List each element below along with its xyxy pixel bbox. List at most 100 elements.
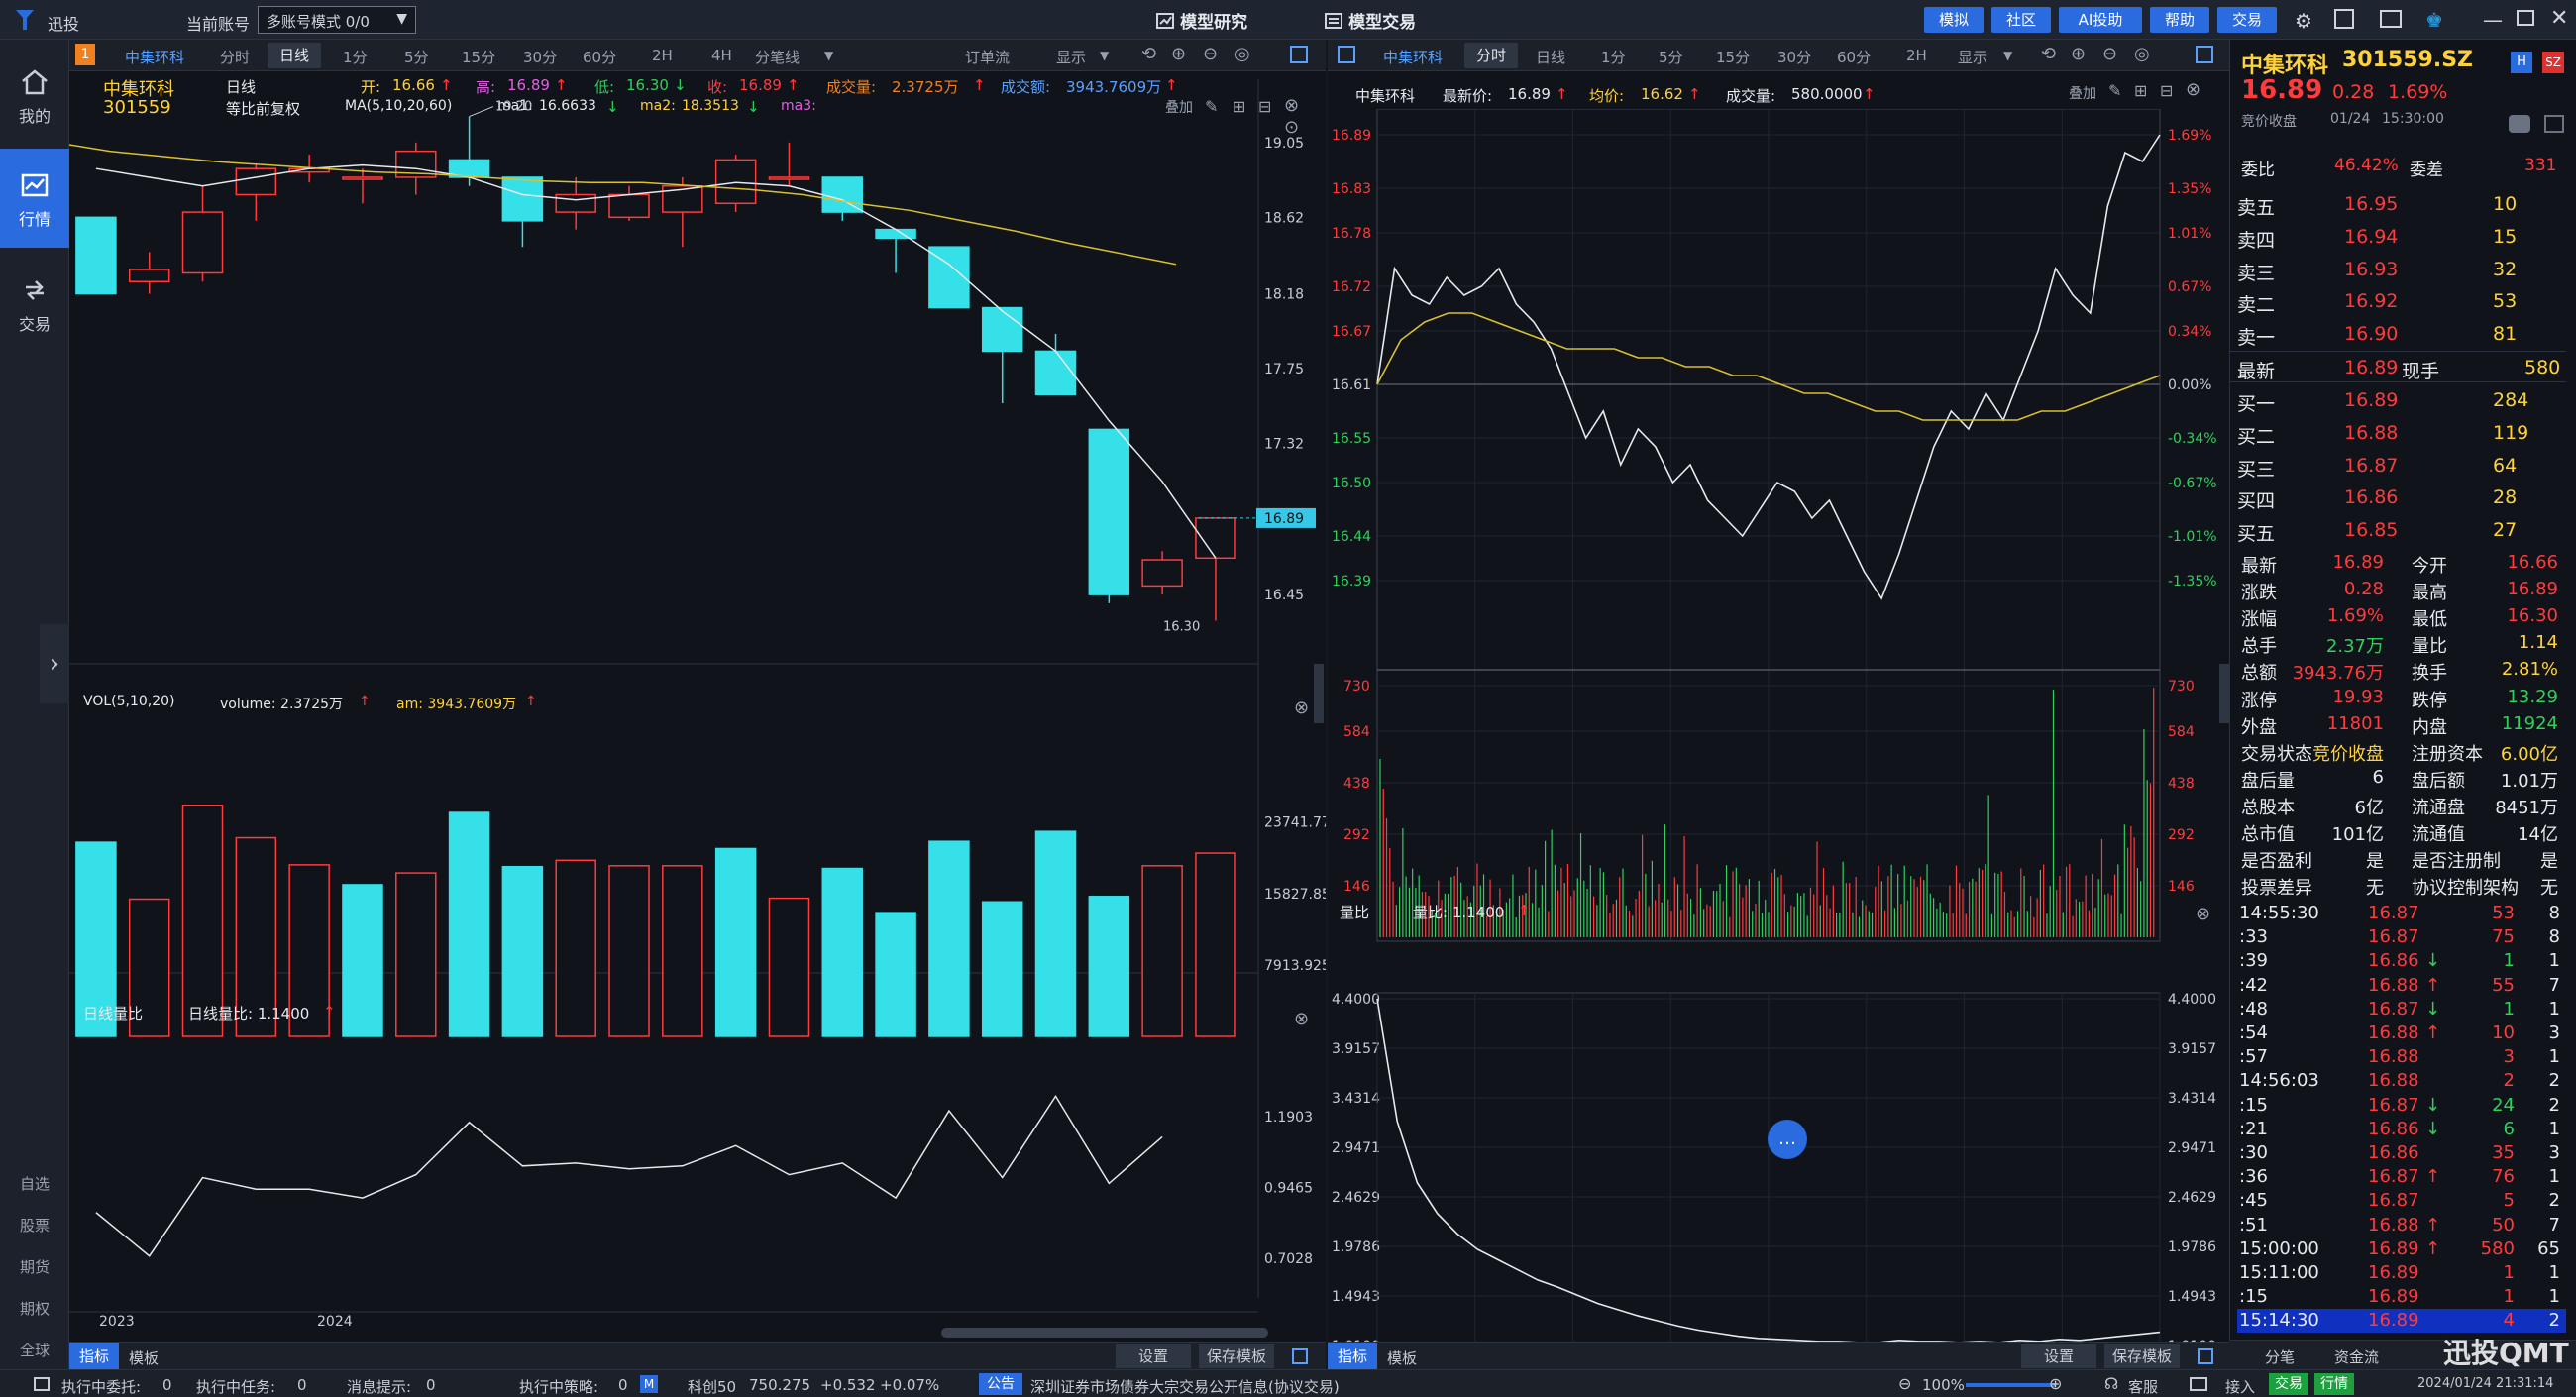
volume-bar[interactable] — [768, 897, 810, 1037]
save-template-button[interactable]: 保存模板 — [1199, 1344, 1274, 1368]
stat-row[interactable]: 最新 16.89 今开 16.66 — [2237, 549, 2566, 577]
ask-row[interactable]: 卖五 16.95 10 — [2229, 188, 2566, 220]
candle[interactable] — [1034, 333, 1077, 396]
bid-row[interactable]: 买二 16.88 119 — [2229, 417, 2566, 449]
tick-row[interactable]: :57 16.88 3 1 — [2237, 1045, 2566, 1069]
ask-row[interactable]: 卖四 16.94 15 — [2229, 221, 2566, 253]
trade-button[interactable]: 交易 — [2217, 7, 2277, 33]
tick-row[interactable]: :54 16.88 ↑ 10 3 — [2237, 1021, 2566, 1045]
stat-row[interactable]: 交易状态 竞价收盘 注册资本 6.00亿 — [2237, 737, 2566, 765]
overlay-label[interactable]: 叠加 — [2069, 83, 2096, 103]
tab-display[interactable]: 显示 — [1056, 47, 1086, 67]
settings-button[interactable]: 设置 — [1116, 1344, 1191, 1368]
tab-ticks[interactable]: 分笔 — [2265, 1346, 2295, 1367]
close-vol-icon[interactable]: ⊗ — [1294, 698, 1309, 718]
pencil-icon[interactable]: ✎ — [2108, 81, 2121, 100]
close-chart-icon[interactable]: ⊗ — [2186, 79, 2200, 100]
volume-bar[interactable] — [875, 912, 916, 1037]
sim-button[interactable]: 模拟 — [1924, 7, 1984, 33]
save-template-button[interactable]: 保存模板 — [2104, 1344, 2180, 1368]
volume-bar[interactable] — [981, 901, 1023, 1037]
ask-row[interactable]: 卖二 16.92 53 — [2229, 285, 2566, 317]
settings-button[interactable]: 设置 — [2021, 1344, 2096, 1368]
layout-icon[interactable] — [1290, 46, 1308, 63]
tab-stock[interactable]: 中集环科 — [125, 47, 184, 67]
shirt-icon[interactable]: ♚ — [2425, 8, 2443, 32]
tab-15min[interactable]: 15分 — [1716, 47, 1750, 67]
nav-item-mine[interactable]: 我的 — [0, 46, 69, 145]
layout-icon[interactable] — [2198, 1348, 2213, 1364]
volume-bar[interactable] — [662, 865, 703, 1037]
horizontal-scrollbar[interactable] — [941, 1328, 1268, 1338]
tick-row[interactable]: :15 16.89 1 1 — [2237, 1285, 2566, 1309]
volume-bar[interactable] — [821, 867, 864, 1037]
community-button[interactable]: 社区 — [1991, 7, 2051, 33]
tab-order-flow[interactable]: 订单流 — [965, 47, 1010, 67]
tick-row[interactable]: :33 16.87 75 8 — [2237, 925, 2566, 949]
zoom-slider[interactable] — [1966, 1383, 2055, 1387]
candle[interactable] — [875, 228, 916, 273]
indicator-tab[interactable]: 指标 — [69, 1343, 119, 1370]
bid-row[interactable]: 买一 16.89 284 — [2229, 384, 2566, 416]
stat-row[interactable]: 是否盈利 是 是否注册制 是 — [2237, 844, 2566, 872]
stat-row[interactable]: 涨跌 0.28 最高 16.89 — [2237, 576, 2566, 603]
zoom-in-icon[interactable]: ⊕ — [2049, 1374, 2062, 1393]
splitter-handle[interactable] — [1314, 664, 1324, 723]
bid-row[interactable]: 买四 16.86 28 — [2229, 482, 2566, 513]
candle[interactable] — [1141, 551, 1183, 595]
nav-item-trade[interactable]: 交易 — [0, 254, 69, 353]
screen-icon[interactable] — [2380, 10, 2402, 28]
volume-bar[interactable] — [342, 884, 383, 1037]
nav-stocks[interactable]: 股票 — [0, 1215, 69, 1236]
volume-bar[interactable] — [714, 847, 757, 1037]
volume-bar[interactable] — [395, 872, 437, 1037]
nav-options[interactable]: 期权 — [0, 1298, 69, 1319]
tab-1min[interactable]: 1分 — [343, 47, 368, 67]
monitor-icon[interactable] — [2190, 1377, 2207, 1391]
minimize-icon[interactable]: — — [2483, 8, 2503, 32]
restore-icon[interactable] — [2517, 10, 2534, 26]
stat-row[interactable]: 外盘 11801 内盘 11924 — [2237, 710, 2566, 738]
tick-row[interactable]: :42 16.88 ↑ 55 7 — [2237, 974, 2566, 998]
zoom-out-icon[interactable]: ⊖ — [1203, 44, 1218, 64]
volume-bar[interactable] — [1141, 865, 1183, 1037]
chat-icon[interactable] — [2509, 115, 2530, 133]
tick-row[interactable]: :30 16.86 35 3 — [2237, 1141, 2566, 1165]
tick-row[interactable]: :15 16.87 ↓ 24 2 — [2237, 1094, 2566, 1118]
nav-global[interactable]: 全球 — [0, 1340, 69, 1360]
volume-bar[interactable] — [448, 811, 490, 1037]
nav-item-market[interactable]: 行情 — [0, 149, 69, 248]
notice-text[interactable]: 深圳证券市场债券大宗交易公开信息(协议交易) — [1030, 1376, 1340, 1397]
candle[interactable] — [608, 185, 650, 221]
expand-arrow-icon[interactable]: › — [40, 624, 69, 703]
tab-30min[interactable]: 30分 — [1777, 47, 1811, 67]
tab-intraday[interactable]: 分时 — [220, 47, 250, 67]
nav-futures[interactable]: 期货 — [0, 1256, 69, 1277]
splitter-handle[interactable] — [2219, 664, 2229, 723]
close-vr-icon[interactable]: ⊗ — [2196, 904, 2210, 924]
tab-60min[interactable]: 60分 — [583, 47, 616, 67]
tab-1min[interactable]: 1分 — [1601, 47, 1626, 67]
volume-bar[interactable] — [928, 840, 970, 1037]
refresh-icon[interactable]: ⟲ — [1141, 44, 1156, 64]
help-button[interactable]: 帮助 — [2150, 7, 2209, 33]
nav-watchlist[interactable]: 自选 — [0, 1173, 69, 1194]
stat-row[interactable]: 涨停 19.93 跌停 13.29 — [2237, 684, 2566, 711]
tick-row[interactable]: :21 16.86 ↓ 6 1 — [2237, 1118, 2566, 1141]
bid-row[interactable]: 买五 16.85 27 — [2229, 514, 2566, 546]
template-tab[interactable]: 模板 — [1387, 1347, 1417, 1368]
tick-row[interactable]: :48 16.87 ↓ 1 1 — [2237, 998, 2566, 1021]
tab-display[interactable]: 显示 — [1958, 47, 1987, 67]
volume-bar[interactable] — [1034, 830, 1077, 1037]
tick-row[interactable]: 14:55:30 16.87 53 8 — [2237, 902, 2566, 925]
stock-connect-icon[interactable]: H — [2511, 52, 2532, 73]
tick-row[interactable]: :51 16.88 ↑ 50 7 — [2237, 1214, 2566, 1237]
zoom-out-icon[interactable]: ⊖ — [1898, 1374, 1911, 1393]
tick-row[interactable]: 15:00:00 16.89 ↑ 580 65 — [2237, 1237, 2566, 1261]
stat-row[interactable]: 总手 2.37万 量比 1.14 — [2237, 629, 2566, 657]
tab-30min[interactable]: 30分 — [523, 47, 557, 67]
candle[interactable] — [235, 162, 277, 221]
close-vr-icon[interactable]: ⊗ — [1294, 1009, 1309, 1029]
candle[interactable] — [501, 176, 544, 248]
volume-bar[interactable] — [181, 805, 224, 1037]
